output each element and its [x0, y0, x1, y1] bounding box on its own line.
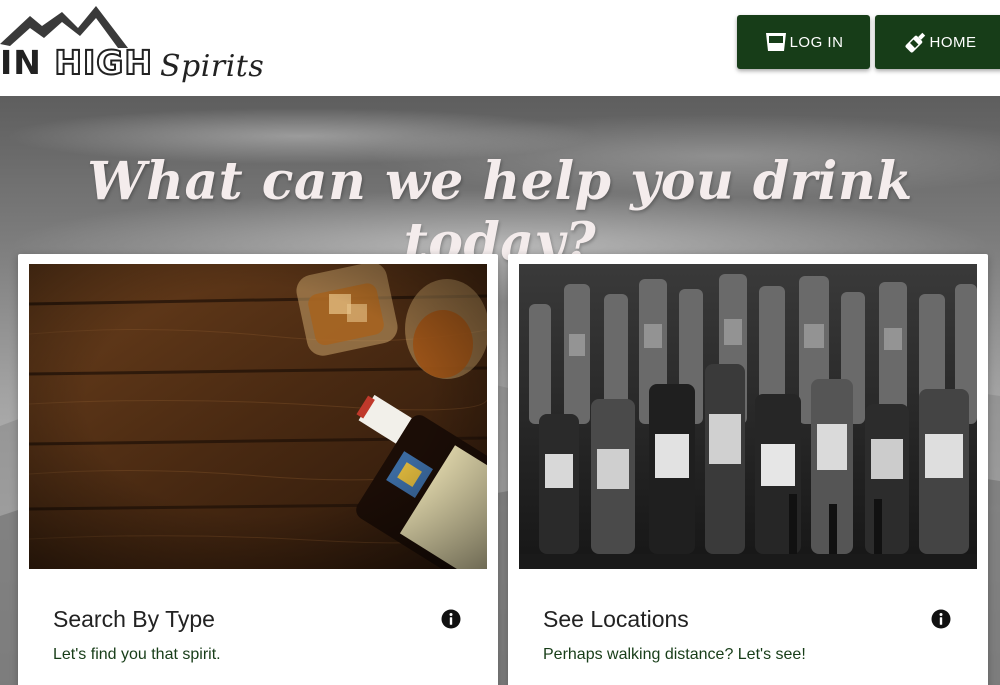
card-subtitle: Perhaps walking distance? Let's see!	[543, 646, 806, 663]
info-icon[interactable]	[441, 609, 461, 629]
card-subtitle: Let's find you that spirit.	[53, 646, 221, 663]
card-title: See Locations	[543, 606, 689, 632]
info-icon[interactable]	[931, 609, 951, 629]
home-label: HOME	[929, 33, 977, 51]
card-title: Search By Type	[53, 606, 215, 632]
bottle-icon	[905, 32, 925, 53]
logo-text-in: IN	[0, 43, 55, 82]
home-button[interactable]: HOME	[875, 15, 1000, 69]
logo[interactable]: IN HIGH Spirits	[0, 2, 264, 90]
login-button[interactable]: LOG IN	[737, 15, 870, 69]
see-locations-card[interactable]: See Locations Perhaps walking distance? …	[508, 254, 988, 685]
hero-section: What can we help you drink today? Search…	[0, 96, 1000, 685]
logo-script-text: Spirits	[160, 49, 265, 84]
whiskey-bottle-on-wood-photo	[29, 264, 487, 569]
glass-icon	[765, 33, 786, 51]
login-label: LOG IN	[789, 33, 844, 51]
site-header: IN HIGH Spirits LOG IN HOME	[0, 0, 1000, 96]
search-by-type-card[interactable]: Search By Type Let's find you that spiri…	[18, 254, 498, 685]
bar-shelf-bottles-photo	[519, 264, 977, 569]
logo-text: IN HIGH	[0, 43, 153, 82]
logo-text-high: HIGH	[53, 43, 153, 82]
